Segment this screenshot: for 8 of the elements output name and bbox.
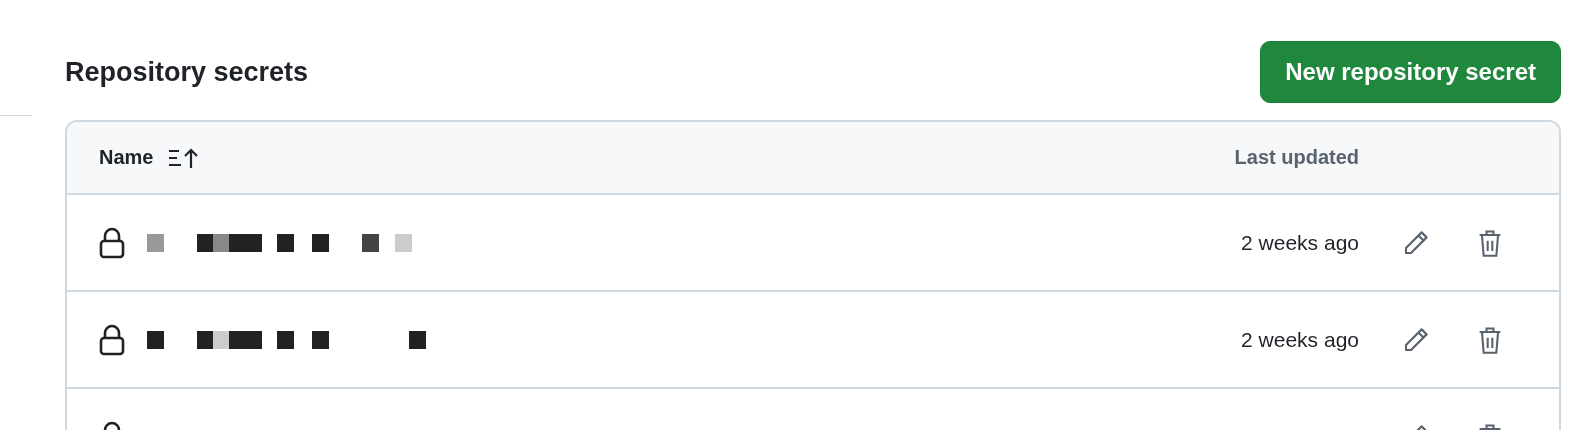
lock-icon <box>99 226 125 259</box>
column-header: Last updated <box>1234 146 1359 169</box>
lock-icon <box>99 323 125 356</box>
new-secret-button[interactable]: New repository secret <box>1260 41 1561 103</box>
section-title: Repository secrets <box>65 56 309 88</box>
updated-time: 2 weeks ago <box>1240 230 1359 255</box>
updated-time: 2 weeks ago <box>1240 327 1359 352</box>
column-header: Name <box>99 146 154 169</box>
